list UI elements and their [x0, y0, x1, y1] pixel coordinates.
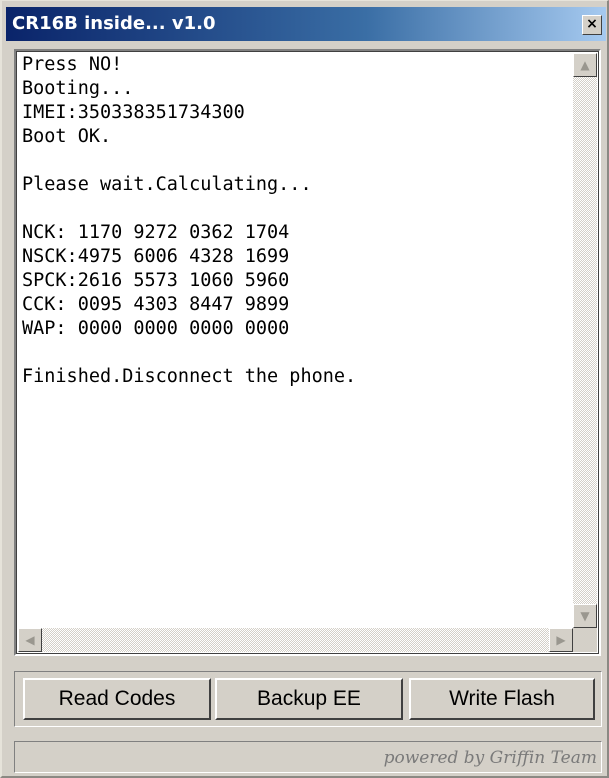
- console-output[interactable]: Press NO! Booting... IMEI:35033835173430…: [14, 49, 601, 656]
- status-bar: powered by Griffin Team: [14, 741, 602, 773]
- write-flash-label: Write Flash: [449, 687, 555, 710]
- console-log: Press NO! Booting... IMEI:35033835173430…: [22, 54, 357, 387]
- arrow-right-icon: ▶: [556, 633, 566, 647]
- backup-ee-label: Backup EE: [257, 687, 361, 710]
- backup-ee-button[interactable]: Backup EE: [215, 678, 403, 720]
- scroll-left-button[interactable]: ◀: [18, 628, 42, 652]
- button-panel: Read Codes Backup EE Write Flash: [14, 671, 602, 727]
- app-window: CR16B inside... v1.0 × Press NO! Booting…: [0, 0, 609, 778]
- title-bar[interactable]: CR16B inside... v1.0 ×: [6, 7, 606, 41]
- horizontal-scrollbar[interactable]: ◀ ▶: [18, 628, 573, 652]
- vertical-scrollbar[interactable]: ▲ ▼: [573, 53, 597, 628]
- arrow-left-icon: ◀: [25, 633, 35, 647]
- close-icon: ×: [586, 16, 598, 32]
- write-flash-button[interactable]: Write Flash: [409, 678, 595, 720]
- arrow-down-icon: ▼: [580, 609, 590, 623]
- read-codes-label: Read Codes: [58, 687, 176, 710]
- read-codes-button[interactable]: Read Codes: [23, 678, 211, 720]
- credits-text: powered by Griffin Team: [383, 748, 597, 768]
- window-title: CR16B inside... v1.0: [12, 13, 216, 34]
- arrow-up-icon: ▲: [580, 58, 590, 72]
- scroll-up-button[interactable]: ▲: [573, 53, 597, 77]
- close-button[interactable]: ×: [582, 15, 602, 35]
- scroll-right-button[interactable]: ▶: [549, 628, 573, 652]
- scroll-down-button[interactable]: ▼: [573, 604, 597, 628]
- scrollbar-corner: [573, 628, 597, 652]
